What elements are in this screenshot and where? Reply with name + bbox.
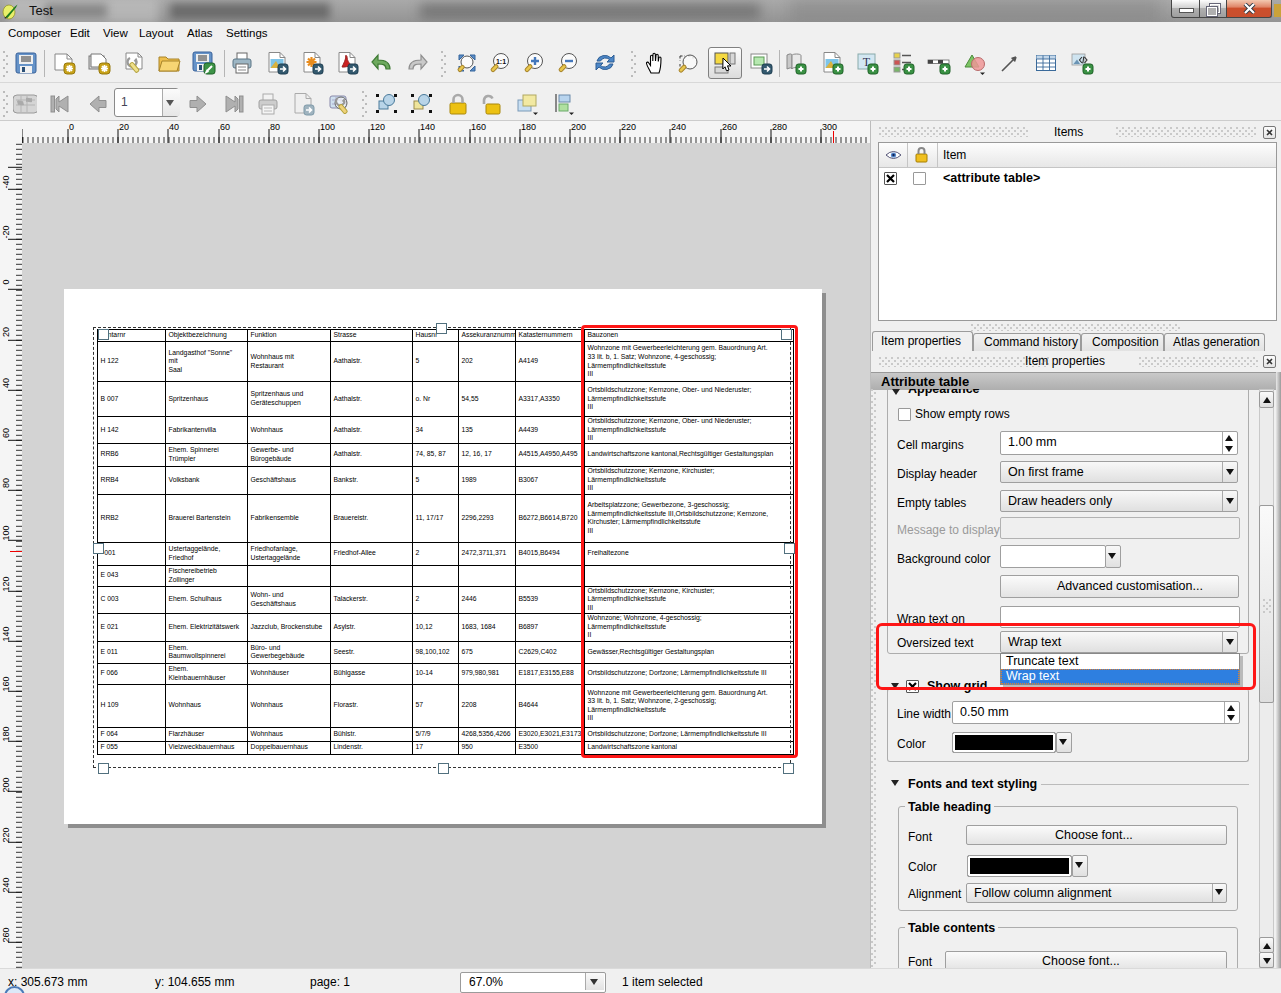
svg-text:1:1: 1:1 <box>496 58 506 65</box>
